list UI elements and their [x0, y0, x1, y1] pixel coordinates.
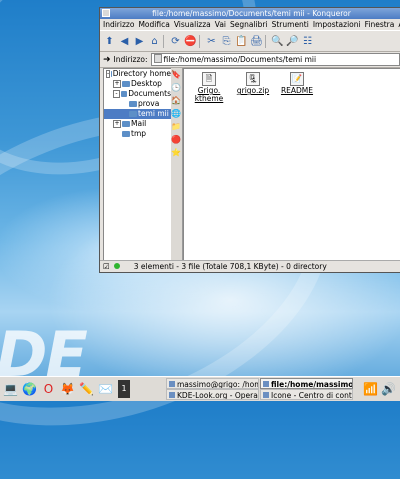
status-bar: ☑ 3 elementi - 3 file (Totale 708,1 KByt…: [100, 260, 400, 272]
media-tab-icon[interactable]: 🔴: [171, 134, 181, 146]
konqueror-window: file:/home/massimo/Documents/temi mii - …: [99, 7, 400, 273]
toolbar-separator: [199, 34, 203, 48]
file-view[interactable]: 🗎 Grigo. ktheme 🗜 grigo.zip 📝 README: [183, 68, 400, 261]
menu-segnalibri[interactable]: Segnalibri: [230, 19, 268, 30]
menu-impostazioni[interactable]: Impostazioni: [313, 19, 361, 30]
forward-arrow-icon[interactable]: ▶: [133, 35, 146, 48]
view-mode-icon[interactable]: ☷: [301, 35, 314, 48]
tree-item[interactable]: temi mii: [104, 109, 171, 119]
archive-icon: 🗜: [246, 72, 260, 86]
location-bar: ➜ Indirizzo: file:/home/massimo/Document…: [100, 52, 400, 68]
status-text: 3 elementi - 3 file (Totale 708,1 KByte)…: [133, 262, 327, 271]
network-tab-icon[interactable]: 🌐: [171, 108, 181, 120]
history-tab-icon[interactable]: 🕒: [171, 82, 181, 94]
toolbar-separator: [265, 34, 269, 48]
file-item[interactable]: 🗜 grigo.zip: [236, 72, 270, 95]
main-toolbar: ⬆ ◀ ▶ ⌂ ⟳ ⛔ ✂ ⎘ 📋 🖨 🔍 🔎 ☷: [100, 30, 400, 52]
folder-icon: [120, 91, 128, 97]
tree-item-label: Mail: [131, 119, 147, 128]
kmail-icon[interactable]: ✉️: [97, 380, 114, 398]
location-label: Indirizzo:: [113, 55, 148, 64]
file-name: Grigo. ktheme: [194, 86, 224, 103]
collapse-icon[interactable]: -: [113, 90, 120, 98]
document-icon: 🗎: [202, 72, 216, 86]
copy-icon[interactable]: ⎘: [220, 35, 233, 48]
tree-item[interactable]: + Desktop: [104, 79, 171, 89]
tray-icon-2[interactable]: 🔊: [380, 380, 397, 398]
window-titlebar[interactable]: file:/home/massimo/Documents/temi mii - …: [100, 8, 400, 19]
bookmarks-tab-icon[interactable]: 🔖: [171, 69, 181, 81]
back-arrow-icon[interactable]: ◀: [118, 35, 131, 48]
expand-icon[interactable]: +: [113, 80, 121, 88]
readme-icon: 📝: [290, 72, 304, 86]
tray-icon[interactable]: 📶: [362, 380, 379, 398]
taskbar-button[interactable]: file:/home/massimo/Do: [260, 378, 353, 389]
location-input[interactable]: file:/home/massimo/Documents/temi mii: [150, 53, 400, 66]
taskbar-button[interactable]: massimo@grigo: /hom: [166, 378, 259, 389]
tree-item[interactable]: + Mail: [104, 119, 171, 129]
menu-strumenti[interactable]: Strumenti: [272, 19, 309, 30]
sidebar-toggle-icon[interactable]: ☑: [103, 261, 110, 272]
services-tab-icon[interactable]: 📁: [171, 121, 181, 133]
zoom-in-icon[interactable]: 🔍: [271, 35, 284, 48]
folder-icon: [122, 131, 130, 137]
location-file-icon: [153, 54, 162, 63]
firefox-icon[interactable]: 🦊: [59, 380, 76, 398]
status-light-icon: [113, 263, 120, 269]
tree-item-label: Desktop: [131, 79, 162, 88]
tree-item-label: Directory home: [112, 69, 171, 78]
tree-item[interactable]: - Documents: [104, 89, 171, 99]
collapse-icon[interactable]: -: [106, 70, 111, 78]
window-title: file:/home/massimo/Documents/temi mii - …: [152, 9, 351, 18]
folder-icon: [111, 71, 112, 77]
tree-item-label: Documents: [128, 89, 171, 98]
window-menu-icon[interactable]: [102, 9, 110, 17]
file-name: README: [280, 86, 314, 95]
paste-icon[interactable]: 📋: [235, 35, 248, 48]
sidebar-tabs: 🔖 🕒 🏠 🌐 📁 🔴 ⭐: [171, 68, 183, 261]
kde-menu-icon[interactable]: 💻: [2, 380, 19, 398]
print-icon[interactable]: 🖨: [250, 35, 263, 48]
tree-item-label: tmp: [131, 129, 147, 138]
kde-panel: 💻 🌍 O 🦊 ✏️ ✉️ 1 📶 🔊 massimo@grigo: /hom K…: [0, 376, 400, 401]
menubar: Indirizzo Modifica Visualizza Vai Segnalibri…: [100, 19, 400, 30]
folder-icon: [122, 121, 130, 127]
menu-vai[interactable]: Vai: [215, 19, 226, 30]
konqueror-launcher-icon[interactable]: 🌍: [21, 380, 38, 398]
opera-icon[interactable]: O: [40, 380, 57, 398]
pager-desktop-1[interactable]: 1: [118, 380, 130, 398]
location-value: file:/home/massimo/Documents/temi mii: [163, 55, 317, 64]
clear-location-icon[interactable]: ➜: [103, 55, 111, 65]
pen-icon[interactable]: ✏️: [78, 380, 95, 398]
stop-icon[interactable]: ⛔: [184, 35, 197, 48]
file-item[interactable]: 🗎 Grigo. ktheme: [192, 72, 226, 103]
cut-icon[interactable]: ✂: [205, 35, 218, 48]
folder-icon: [129, 101, 137, 107]
expand-icon[interactable]: +: [113, 120, 121, 128]
folder-icon: [122, 81, 130, 87]
taskbar-button[interactable]: KDE-Look.org - Opera: [166, 389, 259, 400]
up-arrow-icon[interactable]: ⬆: [103, 35, 116, 48]
menu-visualizza[interactable]: Visualizza: [174, 19, 211, 30]
menu-indirizzo[interactable]: Indirizzo: [103, 19, 134, 30]
tree-item-label: temi mii: [138, 109, 169, 118]
tree-item[interactable]: tmp: [104, 129, 171, 139]
folder-icon: [129, 111, 137, 117]
reload-icon[interactable]: ⟳: [169, 35, 182, 48]
file-name: grigo.zip: [236, 86, 270, 95]
menu-finestra[interactable]: Finestra: [365, 19, 395, 30]
tree-item[interactable]: prova: [104, 99, 171, 109]
directory-tree: - Directory home + Desktop - Documents prova te…: [103, 68, 172, 261]
file-item[interactable]: 📝 README: [280, 72, 314, 95]
home-tab-icon[interactable]: 🏠: [171, 95, 181, 107]
menu-modifica[interactable]: Modifica: [138, 19, 169, 30]
taskbar-button[interactable]: Icone - Centro di contr: [260, 389, 353, 400]
tree-item[interactable]: - Directory home: [104, 69, 171, 79]
tree-item-label: prova: [138, 99, 160, 108]
home-icon[interactable]: ⌂: [148, 35, 161, 48]
favorites-tab-icon[interactable]: ⭐: [171, 147, 181, 159]
toolbar-separator: [163, 34, 167, 48]
zoom-out-icon[interactable]: 🔎: [286, 35, 299, 48]
